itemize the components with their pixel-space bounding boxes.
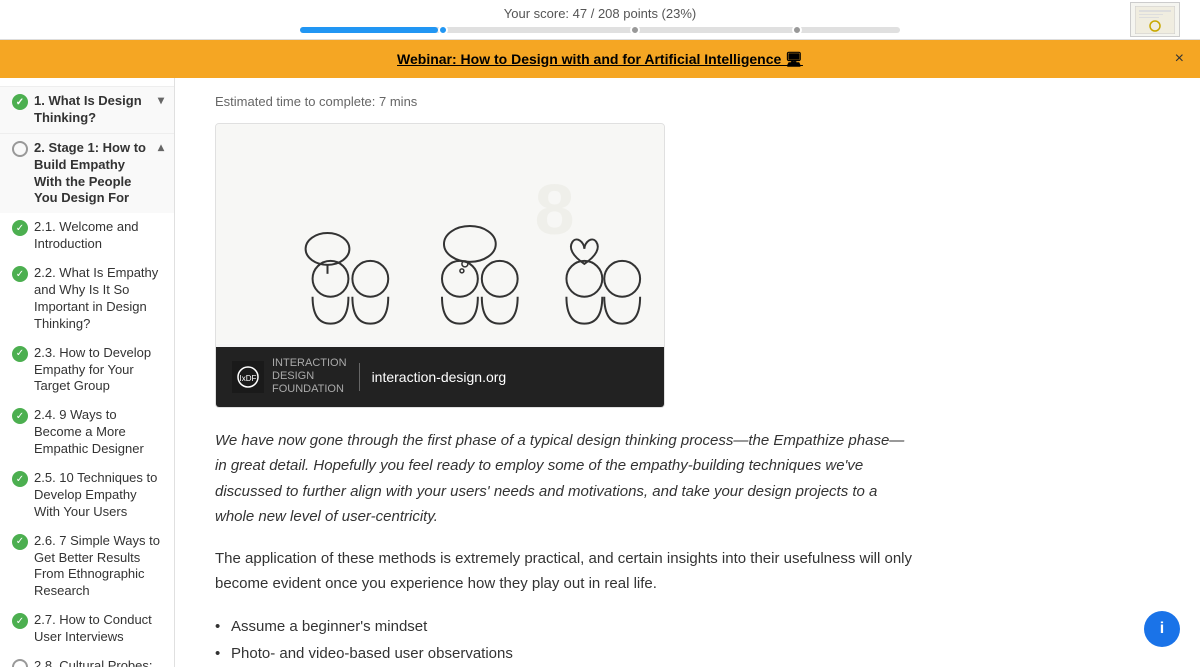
sidebar-item-2-4[interactable]: ✓ 2.4. 9 Ways to Become a More Empathic … xyxy=(0,401,174,464)
sidebar-item-2-2[interactable]: ✓ 2.2. What Is Empathy and Why Is It So … xyxy=(0,259,174,339)
ixdf-org-name: INTERACTIONDESIGNFOUNDATION xyxy=(272,357,347,397)
webinar-banner[interactable]: Webinar: How to Design with and for Arti… xyxy=(0,40,1200,78)
ixdf-logo-container: IxDF INTERACTIONDESIGNFOUNDATION xyxy=(232,357,347,397)
bullet-list: Assume a beginner's mindset Photo- and v… xyxy=(215,613,915,667)
ixdf-logo-icon: IxDF xyxy=(232,361,264,393)
check-icon-2-3: ✓ xyxy=(12,346,28,362)
progress-bar xyxy=(300,27,900,33)
body-paragraph-2: The application of these methods is extr… xyxy=(215,546,915,597)
sidebar-item-2-1[interactable]: ✓ 2.1. Welcome and Introduction xyxy=(0,213,174,259)
svg-text:IxDF: IxDF xyxy=(240,374,257,383)
sidebar-label-2-7: 2.7. How to Conduct User Interviews xyxy=(34,612,164,646)
sidebar-section2-label: 2. Stage 1: How to Build Empathy With th… xyxy=(34,140,152,208)
check-icon-section1: ✓ xyxy=(12,94,28,110)
sidebar-label-2-3: 2.3. How to Develop Empathy for Your Tar… xyxy=(34,345,164,396)
course-image-footer: IxDF INTERACTIONDESIGNFOUNDATION interac… xyxy=(216,347,664,407)
sidebar-item-2-5[interactable]: ✓ 2.5. 10 Techniques to Develop Empathy … xyxy=(0,464,174,527)
check-icon-2-7: ✓ xyxy=(12,613,28,629)
progress-dot-mid xyxy=(630,25,640,35)
sidebar-label-2-2: 2.2. What Is Empathy and Why Is It So Im… xyxy=(34,265,164,333)
estimated-time: Estimated time to complete: 7 mins xyxy=(215,94,1160,109)
score-text: Your score: 47 / 208 points (23%) xyxy=(504,6,696,21)
info-button[interactable]: i xyxy=(1144,611,1180,647)
course-image: 8 xyxy=(216,124,664,344)
list-item-2: Photo- and video-based user observations xyxy=(215,640,915,667)
check-icon-2-1: ✓ xyxy=(12,220,28,236)
sidebar-item-2-8[interactable]: 2.8. Cultural Probes: How to Design and … xyxy=(0,652,174,667)
sidebar-label-2-4: 2.4. 9 Ways to Become a More Empathic De… xyxy=(34,407,164,458)
ixdf-divider xyxy=(359,363,360,391)
body-paragraph-1: We have now gone through the first phase… xyxy=(215,428,915,530)
body-paragraph-1-italic: We have now gone through the first phase… xyxy=(215,432,904,526)
sidebar-item-2-6[interactable]: ✓ 2.6. 7 Simple Ways to Get Better Resul… xyxy=(0,527,174,607)
sidebar-item-2-7[interactable]: ✓ 2.7. How to Conduct User Interviews xyxy=(0,606,174,652)
main-layout: ✓ 1. What Is Design Thinking? ▾ 2. Stage… xyxy=(0,78,1200,667)
list-item-1: Assume a beginner's mindset xyxy=(215,613,915,640)
svg-text:8: 8 xyxy=(535,170,575,250)
top-bar: Your score: 47 / 208 points (23%) xyxy=(0,0,1200,40)
sidebar-label-2-8: 2.8. Cultural Probes: How to Design and … xyxy=(34,658,164,667)
check-icon-2-2: ✓ xyxy=(12,266,28,282)
progress-dot-active xyxy=(438,25,448,35)
ixdf-url: interaction-design.org xyxy=(372,369,507,385)
section1-toggle[interactable]: ▾ xyxy=(158,93,164,109)
section2-toggle[interactable]: ▴ xyxy=(158,140,164,156)
progress-dot-end xyxy=(792,25,802,35)
sidebar: ✓ 1. What Is Design Thinking? ▾ 2. Stage… xyxy=(0,78,175,667)
check-icon-2-5: ✓ xyxy=(12,471,28,487)
sidebar-section-1[interactable]: ✓ 1. What Is Design Thinking? ▾ xyxy=(0,86,174,133)
sidebar-section1-label: 1. What Is Design Thinking? xyxy=(34,93,152,127)
check-icon-2-6: ✓ xyxy=(12,534,28,550)
progress-fill xyxy=(300,27,438,33)
content-area: Estimated time to complete: 7 mins 8 xyxy=(175,78,1200,667)
certificate-thumbnail[interactable] xyxy=(1130,2,1180,37)
sidebar-label-2-6: 2.6. 7 Simple Ways to Get Better Results… xyxy=(34,533,164,601)
banner-close-button[interactable]: × xyxy=(1175,50,1184,68)
webinar-link[interactable]: Webinar: How to Design with and for Arti… xyxy=(397,51,803,68)
sidebar-item-2-3[interactable]: ✓ 2.3. How to Develop Empathy for Your T… xyxy=(0,339,174,402)
circle-icon-2-8 xyxy=(12,659,28,667)
sidebar-label-2-5: 2.5. 10 Techniques to Develop Empathy Wi… xyxy=(34,470,164,521)
course-image-container: 8 xyxy=(215,123,665,408)
check-icon-2-4: ✓ xyxy=(12,408,28,424)
sidebar-label-2-1: 2.1. Welcome and Introduction xyxy=(34,219,164,253)
sidebar-section-2[interactable]: 2. Stage 1: How to Build Empathy With th… xyxy=(0,133,174,214)
circle-icon-section2 xyxy=(12,141,28,157)
